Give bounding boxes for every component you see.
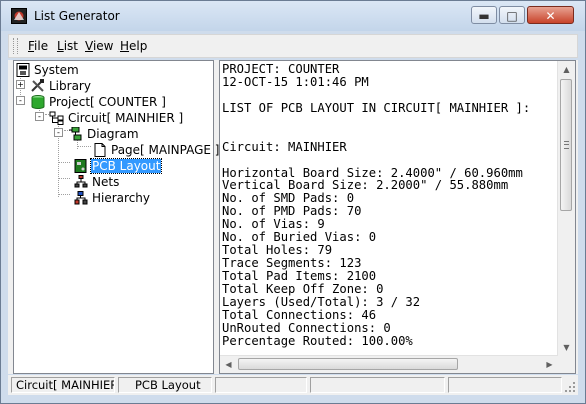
app-icon [11, 8, 27, 24]
nets-icon [74, 175, 88, 188]
tree-item-project[interactable]: Project[ COUNTER ] [30, 94, 167, 110]
hierarchy-icon [74, 191, 88, 205]
project-tree[interactable]: + - - - System Library Project[ COUNTER … [13, 60, 219, 374]
menu-help[interactable]: Help [120, 39, 147, 53]
status-selection: PCB Layout [118, 377, 212, 393]
scroll-left-arrow-icon[interactable]: ◀ [220, 356, 237, 373]
expand-toggle-library[interactable]: + [16, 80, 25, 89]
expand-toggle-circuit[interactable]: - [35, 112, 44, 121]
diagram-icon [69, 127, 82, 141]
tree-item-label: Page[ MAINPAGE ] [111, 143, 220, 157]
tree-line [77, 146, 91, 147]
tree-line [58, 162, 70, 163]
status-pane-3 [215, 377, 307, 393]
minimize-button[interactable]: ▬ [471, 6, 497, 24]
resize-grip-icon[interactable] [564, 381, 576, 393]
tree-item-hierarchy[interactable]: Hierarchy [73, 190, 151, 206]
report-line: 12-OCT-15 1:01:46 PM [222, 74, 369, 89]
report-line [222, 154, 556, 167]
tree-item-label: Diagram [87, 127, 139, 141]
expand-toggle-diagram[interactable]: - [54, 128, 63, 137]
menu-grip[interactable] [13, 38, 18, 54]
tree-line [58, 178, 70, 179]
report-line: LIST OF PCB LAYOUT IN CIRCUIT[ MAINHIER … [222, 100, 531, 115]
tree-item-label: Library [49, 79, 91, 93]
menu-view[interactable]: View [85, 39, 113, 53]
status-pane-4 [310, 377, 445, 393]
system-icon [16, 63, 30, 77]
report-view[interactable]: PROJECT: COUNTER 12-OCT-15 1:01:46 PM LIST… [219, 60, 576, 374]
tree-item-label: System [34, 63, 79, 77]
page-icon [94, 143, 106, 157]
report-line [222, 128, 556, 141]
report-line: UnRouted Connections: 0 [222, 320, 391, 335]
tree-item-circuit[interactable]: Circuit[ MAINHIER ] [49, 110, 184, 126]
library-tools-icon [31, 79, 44, 92]
tree-item-label: Nets [92, 175, 120, 189]
project-database-icon [31, 95, 45, 109]
vertical-scroll-thumb[interactable] [560, 79, 572, 211]
tree-item-label: Circuit[ MAINHIER ] [68, 111, 184, 125]
scroll-right-arrow-icon[interactable]: ▶ [541, 356, 558, 373]
title-bar[interactable]: List Generator ▬ □ ✕ [1, 1, 585, 31]
close-button[interactable]: ✕ [527, 6, 574, 24]
circuit-hierarchy-icon [49, 111, 64, 125]
report-line: Total Keep Off Zone: 0 [222, 281, 384, 296]
tree-item-library[interactable]: Library [30, 78, 92, 94]
horizontal-scrollbar[interactable]: ◀ ▶ [220, 355, 558, 373]
maximize-button[interactable]: □ [499, 6, 525, 24]
report-line: Circuit: MAINHIER [222, 139, 347, 154]
report-line: Total Pad Items: 2100 [222, 269, 377, 283]
report-line: Layers (Used/Total): 3 / 32 [222, 294, 421, 309]
list-generator-window: List Generator ▬ □ ✕ File List View Help… [0, 0, 586, 404]
status-circuit: Circuit[ MAINHIER ] [11, 377, 115, 393]
tree-item-page[interactable]: Page[ MAINPAGE ] [92, 142, 220, 158]
tree-item-system[interactable]: System [15, 62, 80, 78]
status-pane-5 [448, 377, 562, 393]
tree-item-nets[interactable]: Nets [73, 174, 120, 190]
tree-item-diagram[interactable]: Diagram [68, 126, 140, 142]
menu-file[interactable]: File [28, 39, 48, 53]
vertical-scrollbar[interactable]: ▲ ▼ [557, 61, 575, 356]
tree-item-label: Project[ COUNTER ] [49, 95, 166, 109]
tree-line [58, 194, 70, 195]
status-bar: Circuit[ MAINHIER ] PCB Layout [8, 375, 578, 395]
menu-list[interactable]: List [57, 39, 78, 53]
scroll-corner [558, 356, 575, 373]
tree-item-pcb-layout[interactable]: PCB Layout [73, 158, 163, 174]
tree-item-label: PCB Layout [89, 158, 163, 174]
expand-toggle-project[interactable]: - [16, 96, 25, 105]
tree-item-label: Hierarchy [92, 191, 151, 205]
report-line [222, 89, 556, 102]
report-line [222, 115, 556, 128]
scroll-up-arrow-icon[interactable]: ▲ [558, 61, 575, 78]
window-title: List Generator [34, 9, 120, 23]
report-line: Total Connections: 46 [222, 307, 377, 322]
horizontal-scroll-thumb[interactable] [238, 358, 458, 370]
report-line: PROJECT: COUNTER [222, 63, 340, 76]
report-text[interactable]: PROJECT: COUNTER 12-OCT-15 1:01:46 PM LIST… [222, 63, 556, 355]
report-line: Percentage Routed: 100.00% [222, 333, 413, 348]
menu-bar: File List View Help [8, 34, 578, 58]
pcb-layout-icon [74, 159, 87, 173]
scroll-down-arrow-icon[interactable]: ▼ [558, 339, 575, 356]
client-area: + - - - System Library Project[ COUNTER … [8, 60, 578, 374]
